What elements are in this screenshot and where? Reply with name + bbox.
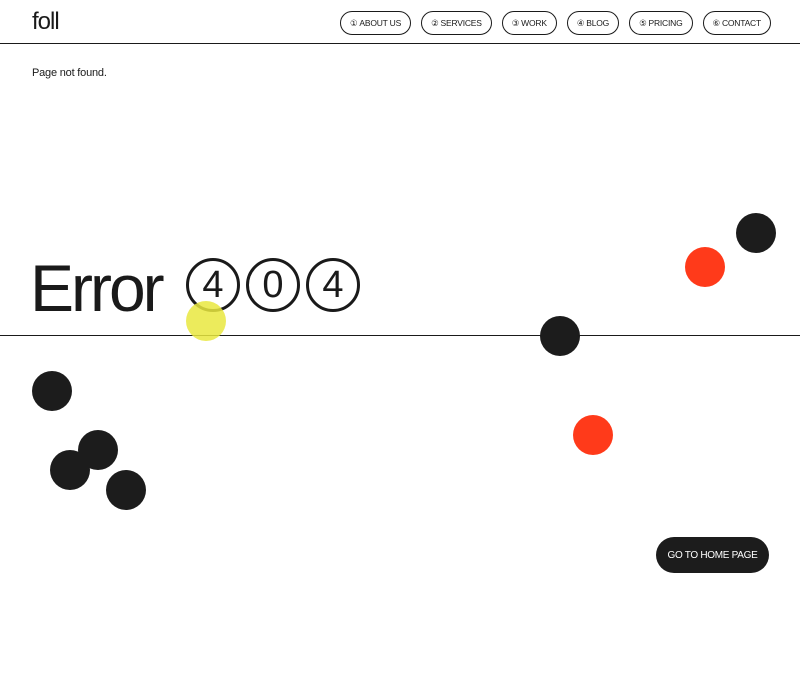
nav-number: ① [349, 17, 358, 28]
red-dot [685, 247, 725, 287]
nav-contact[interactable]: ⑥ CONTACT [702, 11, 771, 35]
nav-number: ② [431, 17, 439, 28]
nav-number: ④ [576, 17, 585, 28]
black-dot [540, 316, 580, 356]
black-dot [32, 371, 72, 411]
nav-number: ⑥ [712, 17, 721, 28]
divider-line [0, 335, 800, 336]
nav-services[interactable]: ② SERVICES [421, 11, 492, 35]
nav-label: SERVICES [440, 18, 482, 28]
black-dot [50, 450, 90, 490]
page-subtitle: Page not found. [32, 67, 107, 79]
nav-about-us[interactable]: ① ABOUT US [339, 11, 412, 35]
error-digit-3: 4 [306, 258, 360, 312]
go-to-home-button[interactable]: GO TO HOME PAGE [656, 537, 769, 573]
error-digit-2: 0 [246, 258, 300, 312]
yellow-dot [186, 301, 226, 341]
nav-label: CONTACT [721, 18, 761, 28]
black-dot [106, 470, 146, 510]
nav-label: WORK [521, 18, 547, 28]
nav-pricing[interactable]: ⑤ PRICING [629, 11, 693, 35]
site-header: foll ① ABOUT US ② SERVICES ③ WORK ④ BLOG… [0, 0, 800, 44]
nav-number: ③ [511, 17, 520, 28]
nav-label: BLOG [586, 18, 610, 28]
black-dot [736, 213, 776, 253]
logo[interactable]: foll [32, 8, 60, 36]
nav-blog[interactable]: ④ BLOG [566, 11, 620, 35]
nav-label: PRICING [648, 18, 683, 28]
main-nav: ① ABOUT US ② SERVICES ③ WORK ④ BLOG ⑤ PR… [339, 11, 771, 35]
nav-label: ABOUT US [359, 18, 402, 28]
error-page: foll ① ABOUT US ② SERVICES ③ WORK ④ BLOG… [0, 0, 800, 700]
nav-work[interactable]: ③ WORK [501, 11, 557, 35]
nav-number: ⑤ [639, 17, 647, 28]
error-heading: Error [30, 251, 165, 325]
red-dot [573, 415, 613, 455]
